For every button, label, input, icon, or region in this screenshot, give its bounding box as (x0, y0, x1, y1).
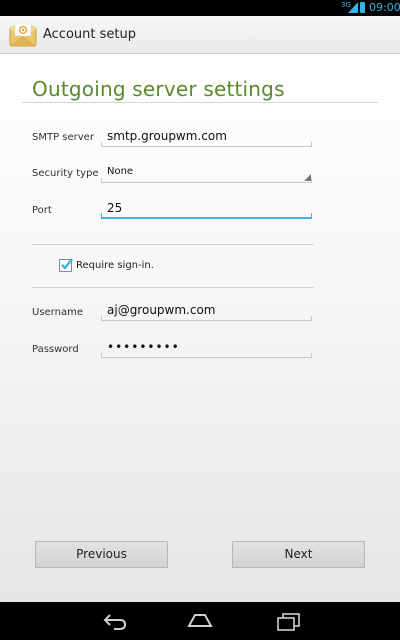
password-input[interactable]: ••••••••• (101, 338, 312, 358)
dropdown-arrow-icon (304, 174, 311, 181)
recent-apps-icon[interactable] (275, 611, 301, 631)
require-signin-checkbox[interactable] (59, 258, 73, 272)
status-clock: 09:00 (369, 1, 400, 14)
checkmark-icon (61, 258, 73, 270)
password-label: Password (32, 344, 79, 355)
outgoing-server-form: Outgoing server settings SMTP server smt… (0, 54, 400, 602)
username-value: aj@groupwm.com (107, 303, 216, 317)
navigation-bar (0, 602, 400, 640)
username-label: Username (32, 307, 83, 318)
action-bar: Account setup (0, 16, 400, 54)
security-type-value: None (107, 166, 134, 177)
battery-icon (360, 2, 365, 13)
page-title: Outgoing server settings (32, 77, 285, 101)
home-icon[interactable] (186, 611, 214, 631)
title-divider (22, 102, 378, 103)
smtp-server-label: SMTP server (32, 132, 94, 143)
section-divider (32, 287, 314, 288)
smtp-server-value: smtp.groupwm.com (107, 129, 227, 143)
port-value: 25 (107, 201, 123, 215)
username-input[interactable]: aj@groupwm.com (101, 301, 312, 321)
email-envelope-icon (9, 23, 37, 47)
status-bar: 3G 09:00 (0, 0, 400, 16)
smtp-server-input[interactable]: smtp.groupwm.com (101, 127, 312, 147)
signal-icon (348, 2, 358, 13)
port-input[interactable]: 25 (101, 199, 312, 219)
app-title: Account setup (43, 27, 136, 42)
port-label: Port (32, 205, 52, 216)
back-icon[interactable] (102, 611, 128, 631)
next-button[interactable]: Next (232, 541, 365, 568)
previous-button[interactable]: Previous (35, 541, 168, 568)
security-type-label: Security type (32, 168, 99, 179)
section-divider (32, 244, 314, 245)
password-value: ••••••••• (107, 340, 180, 354)
security-type-select[interactable]: None (101, 163, 312, 183)
require-signin-label[interactable]: Require sign-in. (76, 260, 154, 271)
